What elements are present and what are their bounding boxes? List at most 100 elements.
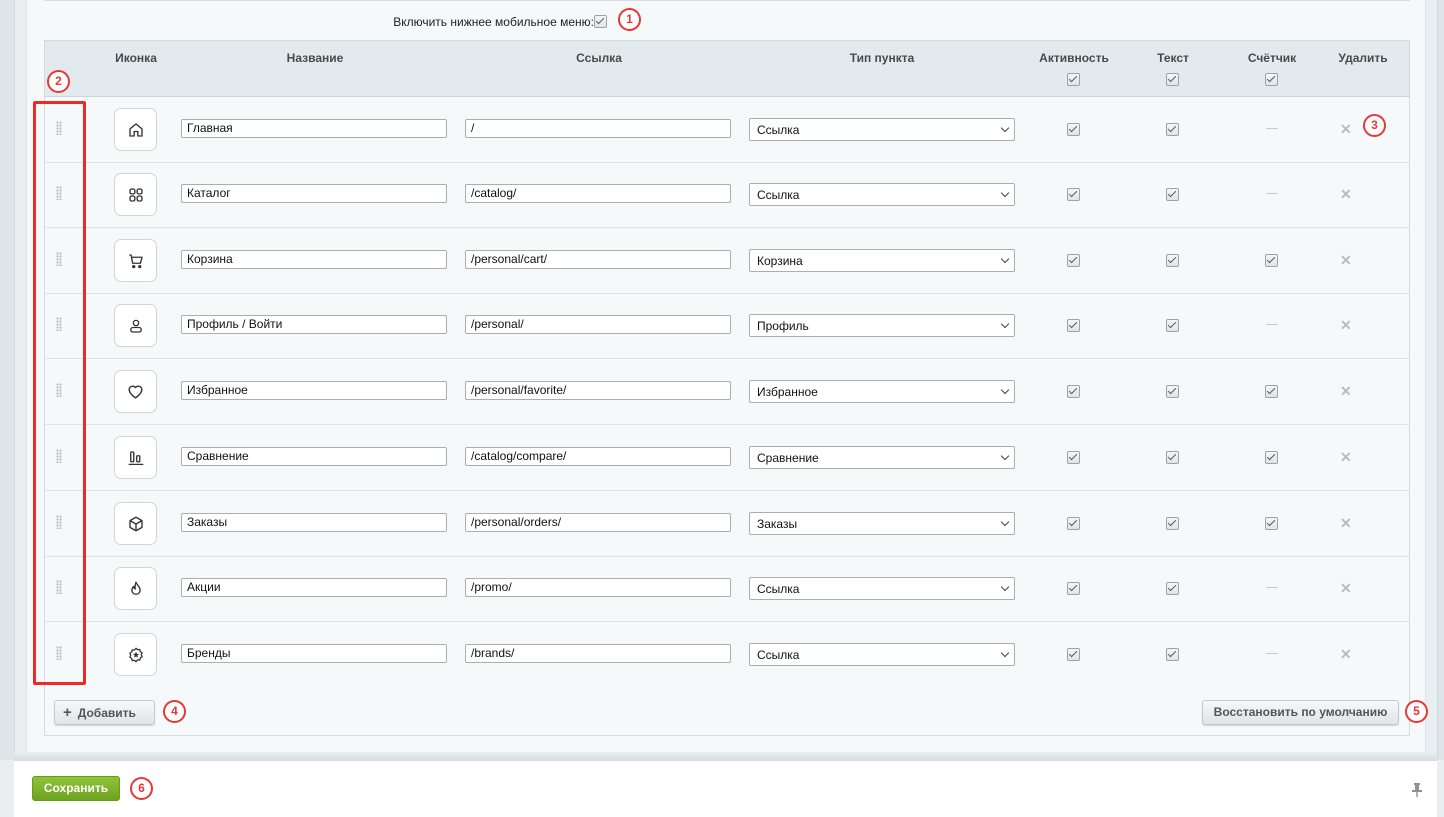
text-checkbox[interactable] <box>1166 188 1179 201</box>
active-checkbox[interactable] <box>1067 648 1080 661</box>
text-checkbox[interactable] <box>1166 254 1179 267</box>
icon-picker[interactable] <box>114 502 157 545</box>
counter-unavailable <box>1266 653 1278 654</box>
icon-picker[interactable] <box>114 370 157 413</box>
save-button[interactable]: Сохранить <box>32 776 120 801</box>
delete-row-icon[interactable]: ✕ <box>1340 121 1352 138</box>
type-select[interactable]: Заказы <box>749 512 1015 535</box>
chevron-down-icon <box>1000 123 1010 133</box>
toggle-all-text-checkbox[interactable] <box>1166 73 1179 86</box>
counter-checkbox[interactable] <box>1265 254 1278 267</box>
type-select[interactable]: Сравнение <box>749 446 1015 469</box>
link-input[interactable]: /personal/ <box>465 315 731 334</box>
counter-checkbox[interactable] <box>1265 517 1278 530</box>
heart-icon <box>128 385 143 399</box>
link-input[interactable]: / <box>465 119 731 138</box>
plus-icon: + <box>63 704 72 721</box>
delete-row-icon[interactable]: ✕ <box>1340 317 1352 334</box>
toggle-all-active-checkbox[interactable] <box>1067 73 1080 86</box>
restore-defaults-button[interactable]: Восстановить по умолчанию <box>1202 700 1399 725</box>
text-checkbox[interactable] <box>1166 582 1179 595</box>
counter-checkbox[interactable] <box>1265 451 1278 464</box>
active-checkbox[interactable] <box>1067 517 1080 530</box>
text-checkbox[interactable] <box>1166 648 1179 661</box>
text-checkbox[interactable] <box>1166 319 1179 332</box>
annotation-badge: 5 <box>1405 700 1428 723</box>
add-item-button[interactable]: + Добавить <box>54 700 155 725</box>
name-input[interactable]: Профиль / Войти <box>181 315 447 334</box>
link-input[interactable]: /personal/orders/ <box>465 513 731 532</box>
name-input[interactable]: Акции <box>181 578 447 597</box>
type-select[interactable]: Профиль <box>749 314 1015 337</box>
text-checkbox[interactable] <box>1166 451 1179 464</box>
delete-row-icon[interactable]: ✕ <box>1340 449 1352 466</box>
type-select[interactable]: Ссылка <box>749 183 1015 206</box>
active-checkbox[interactable] <box>1067 254 1080 267</box>
icon-picker[interactable] <box>114 567 157 610</box>
text-checkbox[interactable] <box>1166 517 1179 530</box>
text-checkbox[interactable] <box>1166 385 1179 398</box>
table-header: Иконка Название Ссылка Тип пункта Активн… <box>45 41 1409 97</box>
type-select-value: Ссылка <box>757 582 800 596</box>
drag-handles-highlight <box>33 101 86 685</box>
link-input[interactable]: /brands/ <box>465 644 731 663</box>
name-input[interactable]: Каталог <box>181 184 447 203</box>
link-input[interactable]: /personal/favorite/ <box>465 381 731 400</box>
name-input[interactable]: Избранное <box>181 381 447 400</box>
name-input[interactable]: Сравнение <box>181 447 447 466</box>
type-select[interactable]: Ссылка <box>749 118 1015 141</box>
chevron-down-icon <box>1000 188 1010 198</box>
enable-mobile-menu-checkbox[interactable] <box>594 15 607 28</box>
enable-mobile-menu-label: Включить нижнее мобильное меню: <box>393 15 594 29</box>
active-checkbox[interactable] <box>1067 123 1080 136</box>
counter-unavailable <box>1266 193 1278 194</box>
toggle-all-counter-checkbox[interactable] <box>1265 73 1278 86</box>
table-row: Акции /promo/ Ссылка ✕ <box>45 556 1409 622</box>
icon-picker[interactable] <box>114 436 157 479</box>
icon-picker[interactable] <box>114 304 157 347</box>
table-row: Корзина /personal/cart/ Корзина ✕ <box>45 228 1409 294</box>
icon-picker[interactable] <box>114 239 157 282</box>
link-input[interactable]: /catalog/compare/ <box>465 447 731 466</box>
link-input[interactable]: /promo/ <box>465 578 731 597</box>
icon-picker[interactable] <box>114 633 157 676</box>
delete-row-icon[interactable]: ✕ <box>1340 383 1352 400</box>
type-select-value: Сравнение <box>757 451 819 465</box>
top-divider <box>44 0 1410 1</box>
icon-picker[interactable] <box>114 173 157 216</box>
chevron-down-icon <box>1000 517 1010 527</box>
type-select[interactable]: Корзина <box>749 249 1015 272</box>
delete-row-icon[interactable]: ✕ <box>1340 580 1352 597</box>
type-select[interactable]: Ссылка <box>749 577 1015 600</box>
active-checkbox[interactable] <box>1067 188 1080 201</box>
delete-row-icon[interactable]: ✕ <box>1340 252 1352 269</box>
header-link: Ссылка <box>576 51 622 65</box>
name-input[interactable]: Главная <box>181 119 447 138</box>
restore-defaults-label: Восстановить по умолчанию <box>1213 705 1388 719</box>
type-select[interactable]: Ссылка <box>749 643 1015 666</box>
active-checkbox[interactable] <box>1067 451 1080 464</box>
delete-row-icon[interactable]: ✕ <box>1340 186 1352 203</box>
delete-row-icon[interactable]: ✕ <box>1340 646 1352 663</box>
name-input[interactable]: Заказы <box>181 513 447 532</box>
table-row: Заказы /personal/orders/ Заказы ✕ <box>45 491 1409 557</box>
pin-icon[interactable] <box>1411 782 1423 798</box>
annotation-badge: 4 <box>163 700 186 723</box>
link-input[interactable]: /catalog/ <box>465 184 731 203</box>
link-input[interactable]: /personal/cart/ <box>465 250 731 269</box>
chevron-down-icon <box>1000 385 1010 395</box>
text-checkbox[interactable] <box>1166 123 1179 136</box>
cart-icon <box>128 253 143 268</box>
header-text: Текст <box>1157 51 1189 65</box>
icon-picker[interactable] <box>114 108 157 151</box>
active-checkbox[interactable] <box>1067 385 1080 398</box>
active-checkbox[interactable] <box>1067 582 1080 595</box>
table-row: Профиль / Войти /personal/ Профиль ✕ <box>45 293 1409 359</box>
active-checkbox[interactable] <box>1067 319 1080 332</box>
type-select[interactable]: Избранное <box>749 380 1015 403</box>
counter-checkbox[interactable] <box>1265 385 1278 398</box>
name-input[interactable]: Бренды <box>181 644 447 663</box>
footer-bar <box>14 760 1437 817</box>
name-input[interactable]: Корзина <box>181 250 447 269</box>
delete-row-icon[interactable]: ✕ <box>1340 515 1352 532</box>
